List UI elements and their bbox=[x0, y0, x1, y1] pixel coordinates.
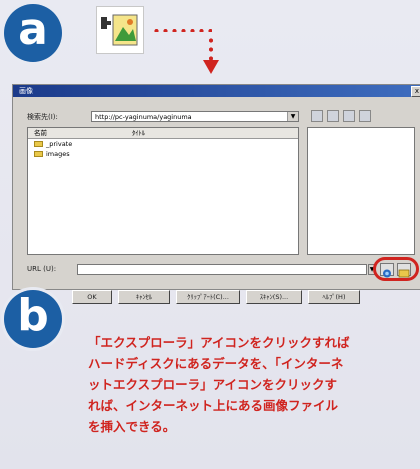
folder-icon bbox=[34, 141, 43, 147]
list-item[interactable]: _private bbox=[28, 139, 298, 149]
step-a-badge: a bbox=[4, 4, 62, 62]
pointer-dots-vertical bbox=[208, 36, 214, 62]
clipart-button[interactable]: ｸﾘｯﾌﾟｱｰﾄ(C)... bbox=[176, 290, 240, 304]
insert-picture-toolbar-icon[interactable] bbox=[96, 6, 144, 54]
list-header: 名前 ﾀｲﾄﾙ bbox=[28, 128, 298, 139]
list-item-label: _private bbox=[46, 140, 73, 148]
list-item-label: images bbox=[46, 150, 70, 158]
column-name-header[interactable]: 名前 bbox=[34, 128, 47, 138]
picture-dialog: 画像 x 検索先(I): http://pc-yaginuma/yaginuma… bbox=[12, 84, 420, 290]
step-b-badge: b bbox=[4, 290, 62, 348]
file-list[interactable]: 名前 ﾀｲﾄﾙ _private images bbox=[27, 127, 299, 255]
lookin-value: http://pc-yaginuma/yaginuma bbox=[95, 113, 192, 121]
lookin-label: 検索先(I): bbox=[27, 113, 58, 121]
chevron-down-icon[interactable]: ▼ bbox=[287, 112, 298, 121]
preview-pane bbox=[307, 127, 415, 255]
ok-button[interactable]: OK bbox=[72, 290, 112, 304]
dialog-button-row: OK ｷｬﾝｾﾙ ｸﾘｯﾌﾟｱｰﾄ(C)... ｽｷｬﾝ(S)... ﾍﾙﾌﾟ(… bbox=[0, 288, 420, 308]
dialog-titlebar: 画像 x bbox=[13, 85, 420, 97]
pointer-dots-horizontal bbox=[152, 28, 212, 32]
details-view-button[interactable] bbox=[359, 110, 371, 122]
lookin-combo[interactable]: http://pc-yaginuma/yaginuma ▼ bbox=[91, 111, 299, 122]
scan-button[interactable]: ｽｷｬﾝ(S)... bbox=[246, 290, 302, 304]
url-label: URL (U): bbox=[27, 265, 57, 273]
up-folder-button[interactable] bbox=[311, 110, 323, 122]
highlight-ring bbox=[373, 257, 419, 281]
help-button[interactable]: ﾍﾙﾌﾟ(H) bbox=[308, 290, 360, 304]
folder-icon bbox=[34, 151, 43, 157]
list-item[interactable]: images bbox=[28, 149, 298, 159]
list-view-button[interactable] bbox=[343, 110, 355, 122]
cancel-button[interactable]: ｷｬﾝｾﾙ bbox=[118, 290, 170, 304]
column-title-header[interactable]: ﾀｲﾄﾙ bbox=[132, 128, 145, 138]
dialog-title: 画像 bbox=[19, 87, 33, 95]
pointer-arrow-icon bbox=[203, 60, 219, 74]
close-button[interactable]: x bbox=[411, 86, 420, 97]
caption-text: 「エクスプローラ」アイコンをクリックすれば ハードディスクにあるデータを、「イン… bbox=[88, 335, 350, 434]
new-folder-button[interactable] bbox=[327, 110, 339, 122]
url-input[interactable] bbox=[77, 264, 367, 275]
